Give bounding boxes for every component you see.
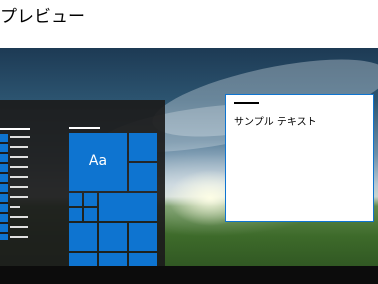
- tile: [99, 223, 127, 251]
- tile: [129, 223, 157, 251]
- preview-heading: プレビュー: [0, 7, 85, 27]
- start-menu-preview: Aa: [0, 100, 165, 284]
- tile-label: Aa: [88, 153, 108, 169]
- tile: [69, 208, 82, 221]
- tile: [84, 193, 97, 206]
- tile: [69, 193, 82, 206]
- tile: [99, 253, 127, 266]
- tile: [129, 253, 157, 266]
- tiles-group-header-line: [69, 127, 100, 129]
- tile: [129, 163, 157, 191]
- tile: [84, 208, 97, 221]
- tile: [129, 133, 157, 161]
- tile: [69, 253, 97, 266]
- window-title-line: [234, 102, 259, 104]
- tile: [99, 193, 157, 221]
- taskbar-preview: [0, 266, 378, 284]
- theme-preview-pane: Aa サンプル テキスト: [0, 48, 378, 284]
- start-menu-header-line: [0, 128, 30, 130]
- start-menu-app-list-accent: [0, 134, 8, 240]
- tile-large: Aa: [69, 133, 127, 191]
- sample-window-preview: サンプル テキスト: [225, 94, 374, 222]
- tile: [69, 223, 97, 251]
- sample-text: サンプル テキスト: [234, 117, 317, 128]
